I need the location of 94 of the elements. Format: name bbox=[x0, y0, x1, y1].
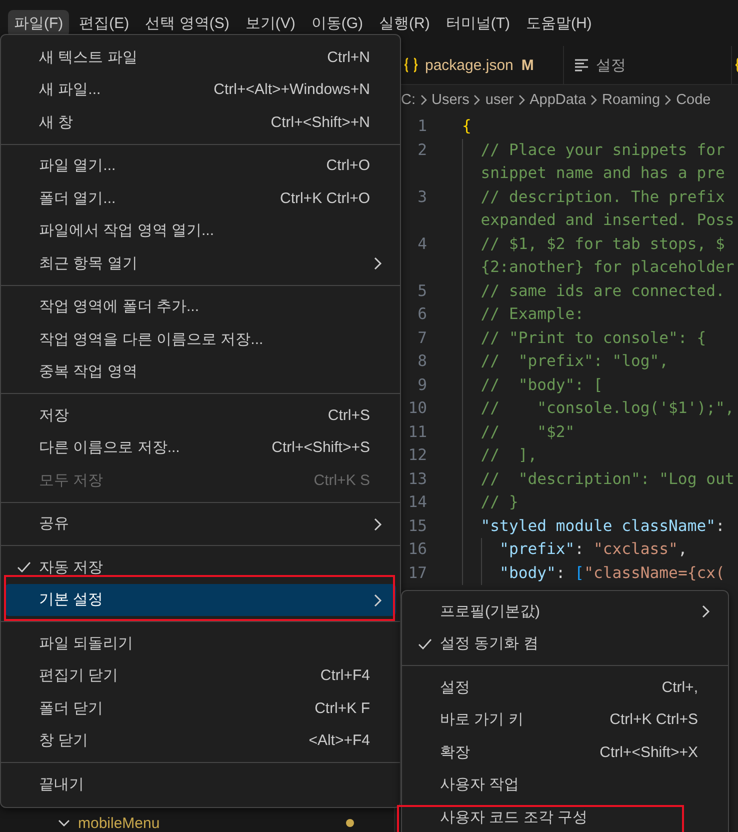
menu-item[interactable]: 최근 항목 열기 bbox=[5, 247, 396, 280]
chevron-icon bbox=[664, 94, 672, 106]
line-number: 8 bbox=[416, 351, 427, 372]
menu-item[interactable]: 파일 열기... Ctrl+O bbox=[5, 150, 396, 182]
menu-bar-item[interactable]: 파일(F) bbox=[8, 10, 70, 36]
braces-icon bbox=[403, 57, 419, 73]
code-text: // "Print to console": { bbox=[480, 328, 706, 346]
menu-bar-item[interactable]: 선택 영역(S) bbox=[139, 10, 236, 36]
menu-item[interactable]: 중복 작업 영역 bbox=[5, 356, 396, 388]
code-text: // Example: bbox=[480, 305, 584, 323]
menu-item[interactable]: 바로 가기 키 Ctrl+K Ctrl+S bbox=[406, 704, 724, 736]
menu-bar-item[interactable]: 실행(R) bbox=[373, 10, 436, 36]
chevron-icon bbox=[374, 518, 382, 530]
chevron-icon bbox=[58, 819, 70, 827]
menu-item[interactable]: 파일 되돌리기 bbox=[5, 627, 396, 660]
chevron-icon bbox=[420, 94, 428, 106]
code-text: "prefix": "cxclass", bbox=[498, 540, 688, 558]
chevron-icon bbox=[518, 94, 526, 106]
breadcrumb-item[interactable]: Users bbox=[432, 92, 470, 108]
tree-item[interactable]: mobileMenu bbox=[0, 812, 394, 832]
line-number: 15 bbox=[407, 516, 427, 536]
breadcrumb-item[interactable]: Roaming bbox=[602, 92, 660, 108]
check-icon bbox=[17, 561, 31, 573]
menu-item[interactable]: 공유 bbox=[5, 508, 396, 540]
menu-item[interactable]: 폴더 열기... Ctrl+K Ctrl+O bbox=[5, 182, 396, 214]
menu-item[interactable]: 설정 Ctrl+, bbox=[406, 671, 724, 704]
menu-item[interactable]: 새 텍스트 파일 Ctrl+N bbox=[5, 41, 396, 74]
menu-item[interactable]: 파일에서 작업 영역 열기... bbox=[5, 214, 396, 247]
code-text: // "console.log('$1');", bbox=[480, 399, 734, 417]
line-number: 1 bbox=[416, 116, 427, 137]
menu-bar-item[interactable]: 편집(E) bbox=[73, 10, 136, 36]
line-number: 14 bbox=[407, 492, 427, 513]
line-number: 7 bbox=[416, 328, 427, 348]
line-number: 12 bbox=[407, 445, 427, 466]
line-number: 16 bbox=[407, 539, 427, 560]
code-text: { bbox=[462, 117, 472, 135]
code-text: // $1, $2 for tab stops, $ bbox=[480, 234, 725, 252]
line-number: 11 bbox=[407, 422, 427, 442]
breadcrumb-item[interactable]: Code bbox=[676, 92, 711, 108]
code-text: // "body": [ bbox=[480, 376, 603, 394]
code-text: // same ids are connected. bbox=[480, 282, 725, 300]
menu-item[interactable]: 자동 저장 bbox=[5, 551, 396, 584]
code-text: // ], bbox=[480, 446, 538, 464]
list-icon bbox=[574, 58, 590, 72]
chevron-icon bbox=[374, 594, 382, 606]
line-number: 5 bbox=[416, 280, 427, 302]
menu-bar-item[interactable]: 이동(G) bbox=[305, 10, 369, 36]
line-number: 3 bbox=[416, 186, 427, 208]
menu-bar-item[interactable]: 도움말(H) bbox=[520, 10, 598, 36]
code-text: // "prefix": "log", bbox=[480, 352, 669, 370]
menu-item[interactable]: 프로필(기본값) bbox=[406, 595, 724, 628]
line-number: 17 bbox=[407, 562, 427, 584]
code-text: // } bbox=[480, 493, 518, 511]
menu-bar-item[interactable]: 보기(V) bbox=[239, 10, 302, 36]
code-text: "styled module className": bbox=[480, 516, 725, 534]
code-text: {2:another} for placeholder bbox=[480, 258, 734, 276]
menu-item[interactable]: 기본 설정 bbox=[5, 584, 396, 616]
menu-item[interactable]: 작업 영역에 폴더 추가... bbox=[5, 290, 396, 323]
menu-bar-item[interactable]: 터미널(T) bbox=[440, 10, 516, 36]
line-number: 4 bbox=[416, 234, 427, 254]
code-text: "body": ["className={cx( bbox=[498, 564, 725, 582]
menu-item[interactable]: 저장 Ctrl+S bbox=[5, 399, 396, 432]
line-number: 10 bbox=[407, 398, 427, 419]
menu-item[interactable]: 창 닫기 <Alt>+F4 bbox=[5, 724, 396, 757]
chevron-icon bbox=[590, 94, 598, 106]
menu-item[interactable]: 끝내기 bbox=[5, 768, 396, 800]
line-number: 6 bbox=[416, 304, 427, 325]
menu-item[interactable]: 확장 Ctrl+<Shift>+X bbox=[406, 736, 724, 768]
breadcrumb-item[interactable]: C: bbox=[401, 92, 416, 108]
menu-item[interactable]: 설정 동기화 켬 bbox=[406, 628, 724, 660]
menu-item[interactable]: 새 파일... Ctrl+<Alt>+Windows+N bbox=[5, 74, 396, 106]
breadcrumb-item[interactable]: AppData bbox=[530, 92, 586, 108]
line-number: 9 bbox=[416, 374, 427, 396]
menu-item[interactable]: 사용자 코드 조각 구성 bbox=[406, 801, 724, 832]
editor-tab[interactable]: 설정 bbox=[564, 46, 732, 84]
chevron-icon bbox=[374, 257, 382, 270]
chevron-icon bbox=[702, 605, 710, 618]
menu-item[interactable]: 폴더 닫기 Ctrl+K F bbox=[5, 692, 396, 724]
code-text: // "description": "Log out bbox=[480, 470, 734, 488]
menu-item[interactable]: 다른 이름으로 저장... Ctrl+<Shift>+S bbox=[5, 432, 396, 464]
menu-item[interactable]: 사용자 작업 bbox=[406, 768, 724, 801]
line-number: 2 bbox=[416, 140, 427, 160]
menu-item[interactable]: 편집기 닫기 Ctrl+F4 bbox=[5, 660, 396, 692]
code-text: // "$2" bbox=[480, 422, 575, 440]
code-text: // Place your snippets for bbox=[480, 140, 725, 158]
menu-item[interactable]: 작업 영역을 다른 이름으로 저장... bbox=[5, 323, 396, 356]
menu-item[interactable]: 새 창 Ctrl+<Shift>+N bbox=[5, 106, 396, 138]
chevron-icon bbox=[473, 94, 482, 106]
code-text: snippet name and has a pre bbox=[480, 164, 725, 182]
line-number: 13 bbox=[407, 468, 427, 490]
code-text: expanded and inserted. Poss bbox=[480, 211, 734, 229]
check-icon bbox=[418, 638, 432, 650]
breadcrumb-item[interactable]: user bbox=[485, 92, 514, 108]
code-text: // description. The prefix bbox=[480, 188, 725, 206]
